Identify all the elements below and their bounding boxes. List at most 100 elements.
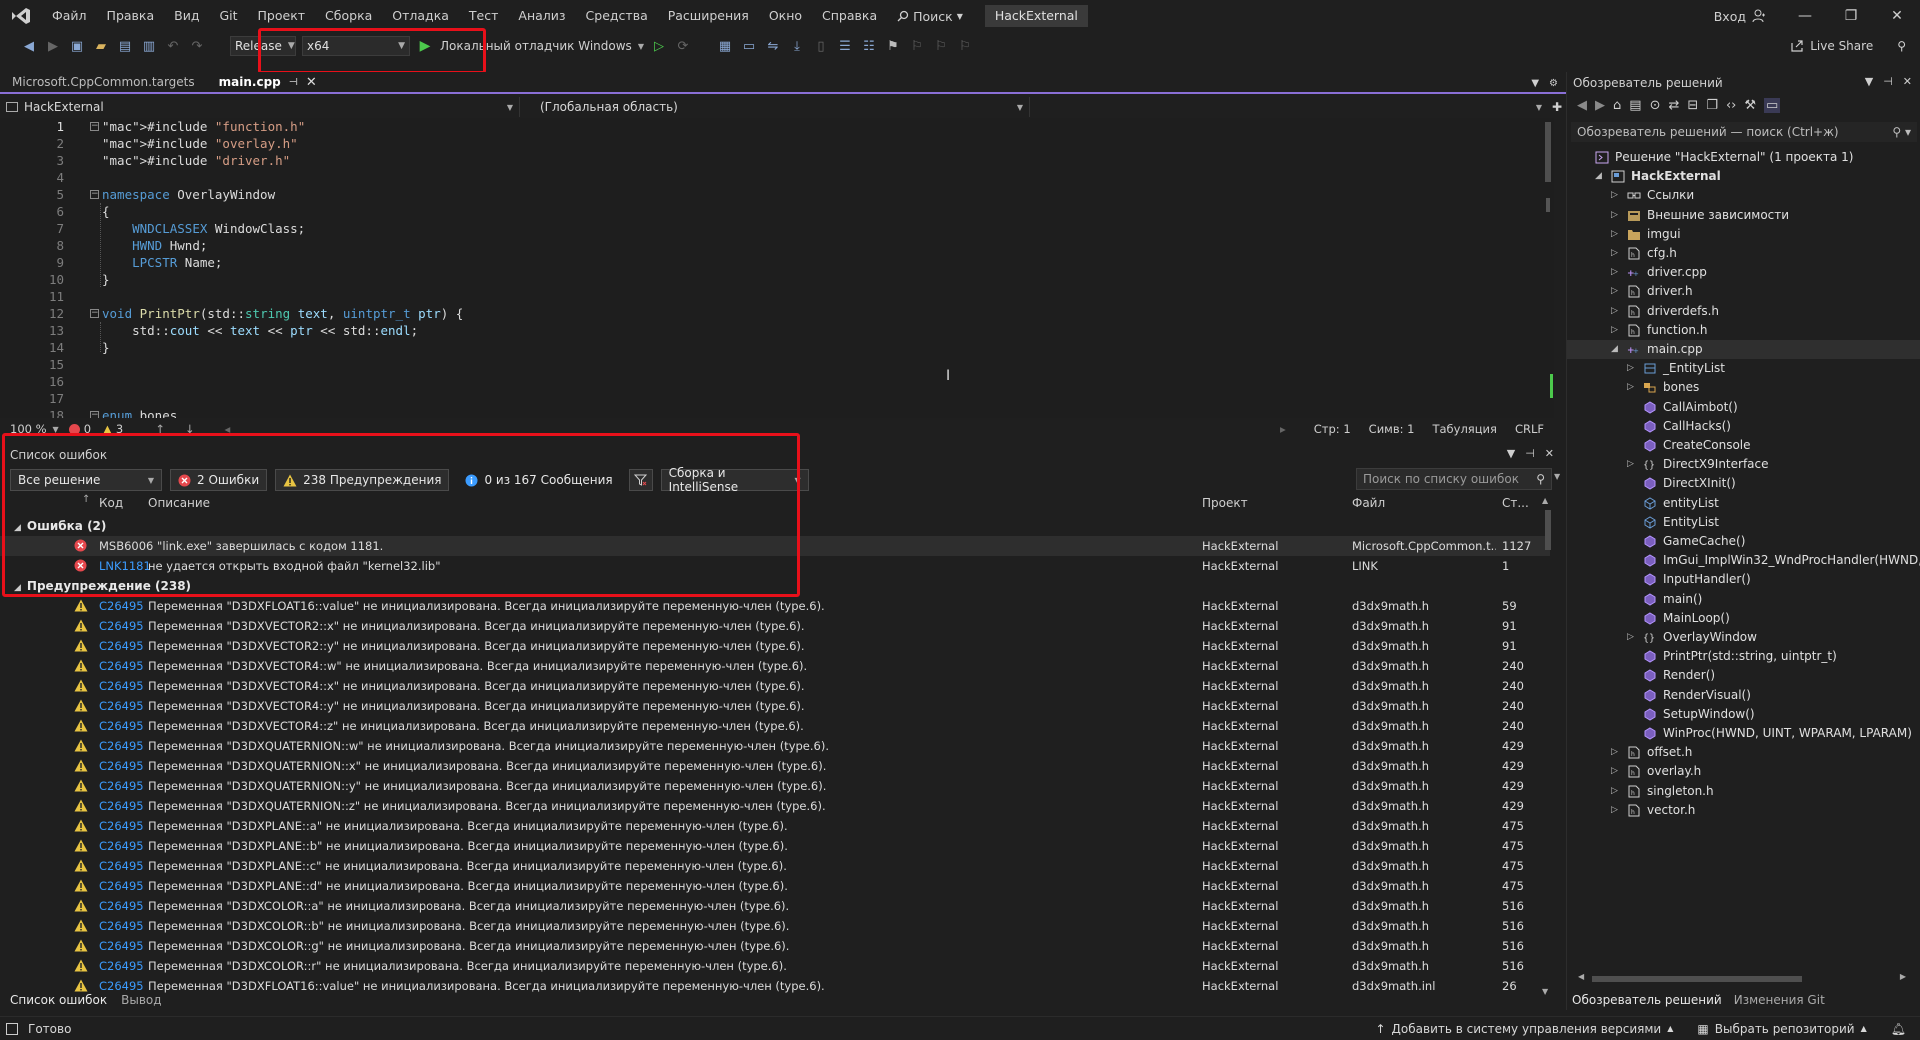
code-line[interactable]: "mac">#include "function.h"	[102, 118, 305, 135]
tree-item[interactable]: ◢ HackExternal	[1567, 167, 1920, 186]
error-list-row[interactable]: C26495 Переменная "D3DXVECTOR4::y" не ини…	[0, 696, 1550, 716]
scrollbar-thumb[interactable]	[1545, 122, 1551, 182]
notifications-icon[interactable]: 🔔︎	[1891, 1022, 1906, 1036]
close-panel-icon[interactable]: ✕	[1903, 75, 1912, 88]
tree-item[interactable]: PrintPtr(std::string, uintptr_t)	[1567, 647, 1920, 666]
error-code-link[interactable]: C26495	[99, 836, 144, 856]
chevron-right-icon[interactable]: ▷	[1627, 378, 1639, 397]
layout-icon[interactable]: ▭	[740, 37, 758, 55]
menu-item[interactable]: Вид	[164, 0, 209, 32]
output-icon[interactable]	[6, 1022, 18, 1035]
close-window-button[interactable]: ✕	[1874, 0, 1920, 32]
select-repository-button[interactable]: ▦ Выбрать репозиторий ▲	[1697, 1022, 1866, 1036]
menu-item[interactable]: Тест	[459, 0, 508, 32]
sort-icon[interactable]: ↑	[82, 494, 90, 505]
tree-item[interactable]: WinProc(HWND, UINT, WPARAM, LPARAM)	[1567, 724, 1920, 743]
settings-icon[interactable]: ⚙	[1549, 78, 1558, 89]
tree-item[interactable]: entityList	[1567, 494, 1920, 513]
error-code-link[interactable]: C26495	[99, 676, 144, 696]
code-editor[interactable]: 1 2 3 4 5 6 7 8 9 10 11 12 13 14 15 16 17 18 "mac">#inclu…	[0, 118, 1550, 418]
error-list-row[interactable]: C26495 Переменная "D3DXCOLOR::b" не иници…	[0, 916, 1550, 936]
chevron-right-icon[interactable]: ▷	[1611, 186, 1623, 205]
save-icon[interactable]: ▤	[116, 37, 134, 55]
error-code-link[interactable]: C26495	[99, 796, 144, 816]
scroll-right-icon[interactable]: ▶	[1900, 972, 1906, 981]
clear-bookmarks-icon[interactable]: ⚐	[956, 37, 974, 55]
editor-warning-count[interactable]: 3	[116, 422, 123, 436]
error-list-row[interactable]: C26495 Переменная "D3DXPLANE::d" не иници…	[0, 876, 1550, 896]
error-list-row[interactable]: C26495 Переменная "D3DXPLANE::c" не иници…	[0, 856, 1550, 876]
error-code-link[interactable]: C26495	[99, 616, 144, 636]
platform-select[interactable]: x64 ▼	[302, 36, 410, 56]
configuration-select[interactable]: Release ▼	[230, 36, 296, 56]
errors-filter-button[interactable]: 2 Ошибки	[170, 469, 268, 491]
collapse-all-icon[interactable]: ⊟	[1687, 98, 1698, 113]
indent-indicator[interactable]: Табуляция	[1432, 422, 1496, 436]
maximize-button[interactable]: ❐	[1828, 0, 1874, 32]
chevron-right-icon[interactable]: ▷	[1611, 801, 1623, 820]
error-code-link[interactable]: C26495	[99, 956, 144, 976]
search-options-icon[interactable]: ▼	[1554, 472, 1560, 481]
split-editor-icon[interactable]: ✚	[1548, 100, 1566, 114]
tree-item[interactable]: ▷ + + driver.cpp	[1567, 263, 1920, 282]
tree-item[interactable]: ▷ h offset.h	[1567, 743, 1920, 762]
tree-item[interactable]: GameCache()	[1567, 532, 1920, 551]
tree-item[interactable]: ▷ {} DirectX9Interface	[1567, 455, 1920, 474]
menu-item[interactable]: Файл	[42, 0, 97, 32]
tree-item[interactable]: DirectXInit()	[1567, 474, 1920, 493]
code-line[interactable]: HWND Hwnd;	[102, 237, 207, 254]
global-scope-select[interactable]: (Глобальная область) ▼	[520, 97, 1030, 117]
tab-main-cpp[interactable]: main.cpp ⊣ ✕	[206, 72, 329, 92]
warnings-filter-button[interactable]: 238 Предупреждения	[275, 469, 450, 491]
code-line[interactable]: "mac">#include "driver.h"	[102, 152, 290, 169]
chevron-right-icon[interactable]: ▷	[1611, 282, 1623, 301]
error-list-scrollbar[interactable]: ▲ ▼	[1542, 496, 1554, 996]
show-all-files-icon[interactable]: ❐	[1706, 98, 1718, 113]
chevron-right-icon[interactable]: ▷	[1611, 263, 1623, 282]
code-line[interactable]: }	[102, 339, 110, 356]
scrollbar-thumb[interactable]	[1592, 976, 1802, 982]
menu-item[interactable]: Отладка	[382, 0, 459, 32]
debugger-label[interactable]: Локальный отладчик Windows	[440, 39, 632, 53]
error-code-link[interactable]: C26495	[99, 596, 144, 616]
tree-item[interactable]: SetupWindow()	[1567, 705, 1920, 724]
add-to-source-control-button[interactable]: ↑ Добавить в систему управления версиями…	[1375, 1022, 1673, 1036]
error-code-link[interactable]: LNK1181	[99, 556, 151, 576]
tree-item[interactable]: RenderVisual()	[1567, 686, 1920, 705]
error-list-row[interactable]: C26495 Переменная "D3DXVECTOR4::w" не ини…	[0, 656, 1550, 676]
tree-item[interactable]: Render()	[1567, 666, 1920, 685]
close-tab-icon[interactable]: ✕	[306, 75, 317, 90]
open-folder-icon[interactable]: ▰	[92, 37, 110, 55]
tree-item[interactable]: ◢ + + main.cpp	[1567, 340, 1920, 359]
format-icon[interactable]: ⇋	[764, 37, 782, 55]
error-code-link[interactable]: C26495	[99, 636, 144, 656]
tree-item[interactable]: ▷ h driver.h	[1567, 282, 1920, 301]
panel-dropdown-icon[interactable]: ▼	[1507, 447, 1515, 460]
scroll-right-icon[interactable]: ▸	[1280, 422, 1286, 436]
error-code-link[interactable]: C26495	[99, 776, 144, 796]
feedback-icon[interactable]: ⚲	[1897, 39, 1906, 53]
tree-item[interactable]: Решение "HackExternal" (1 проекта 1)	[1567, 148, 1920, 167]
chevron-down-icon[interactable]: ◢	[1595, 167, 1607, 186]
messages-filter-button[interactable]: 0 из 167 Сообщения	[457, 469, 620, 491]
code-line[interactable]: }	[102, 271, 110, 288]
tree-item[interactable]: ▷ Ссылки	[1567, 186, 1920, 205]
error-list-row[interactable]: C26495 Переменная "D3DXVECTOR2::x" не ини…	[0, 616, 1550, 636]
pin-icon[interactable]: ⊣	[289, 77, 298, 88]
prev-issue-icon[interactable]: ↑	[155, 422, 165, 436]
login-button[interactable]: Вход	[1698, 9, 1782, 24]
live-share-button[interactable]: Live Share ⚲	[1790, 39, 1920, 53]
error-list-row[interactable]: C26495 Переменная "D3DXVECTOR4::z" не ини…	[0, 716, 1550, 736]
error-list-row[interactable]: C26495 Переменная "D3DXQUATERNION::z" не …	[0, 796, 1550, 816]
tab-error-list[interactable]: Список ошибок	[10, 993, 107, 1007]
tree-item[interactable]: ▷ h cfg.h	[1567, 244, 1920, 263]
chevron-down-icon[interactable]: ◢	[1611, 340, 1623, 359]
start-without-debugging-icon[interactable]: ▷	[650, 37, 668, 55]
fold-toggle-icon[interactable]: −	[90, 190, 99, 199]
error-code-link[interactable]: C26495	[99, 736, 144, 756]
scope-select[interactable]: Все решение ▼	[10, 469, 162, 491]
prev-bookmark-icon[interactable]: ⚐	[908, 37, 926, 55]
fold-toggle-icon[interactable]: −	[90, 122, 99, 131]
tab-cppcommon-targets[interactable]: Microsoft.CppCommon.targets	[0, 72, 207, 92]
forward-icon[interactable]: ▶	[1595, 98, 1605, 113]
